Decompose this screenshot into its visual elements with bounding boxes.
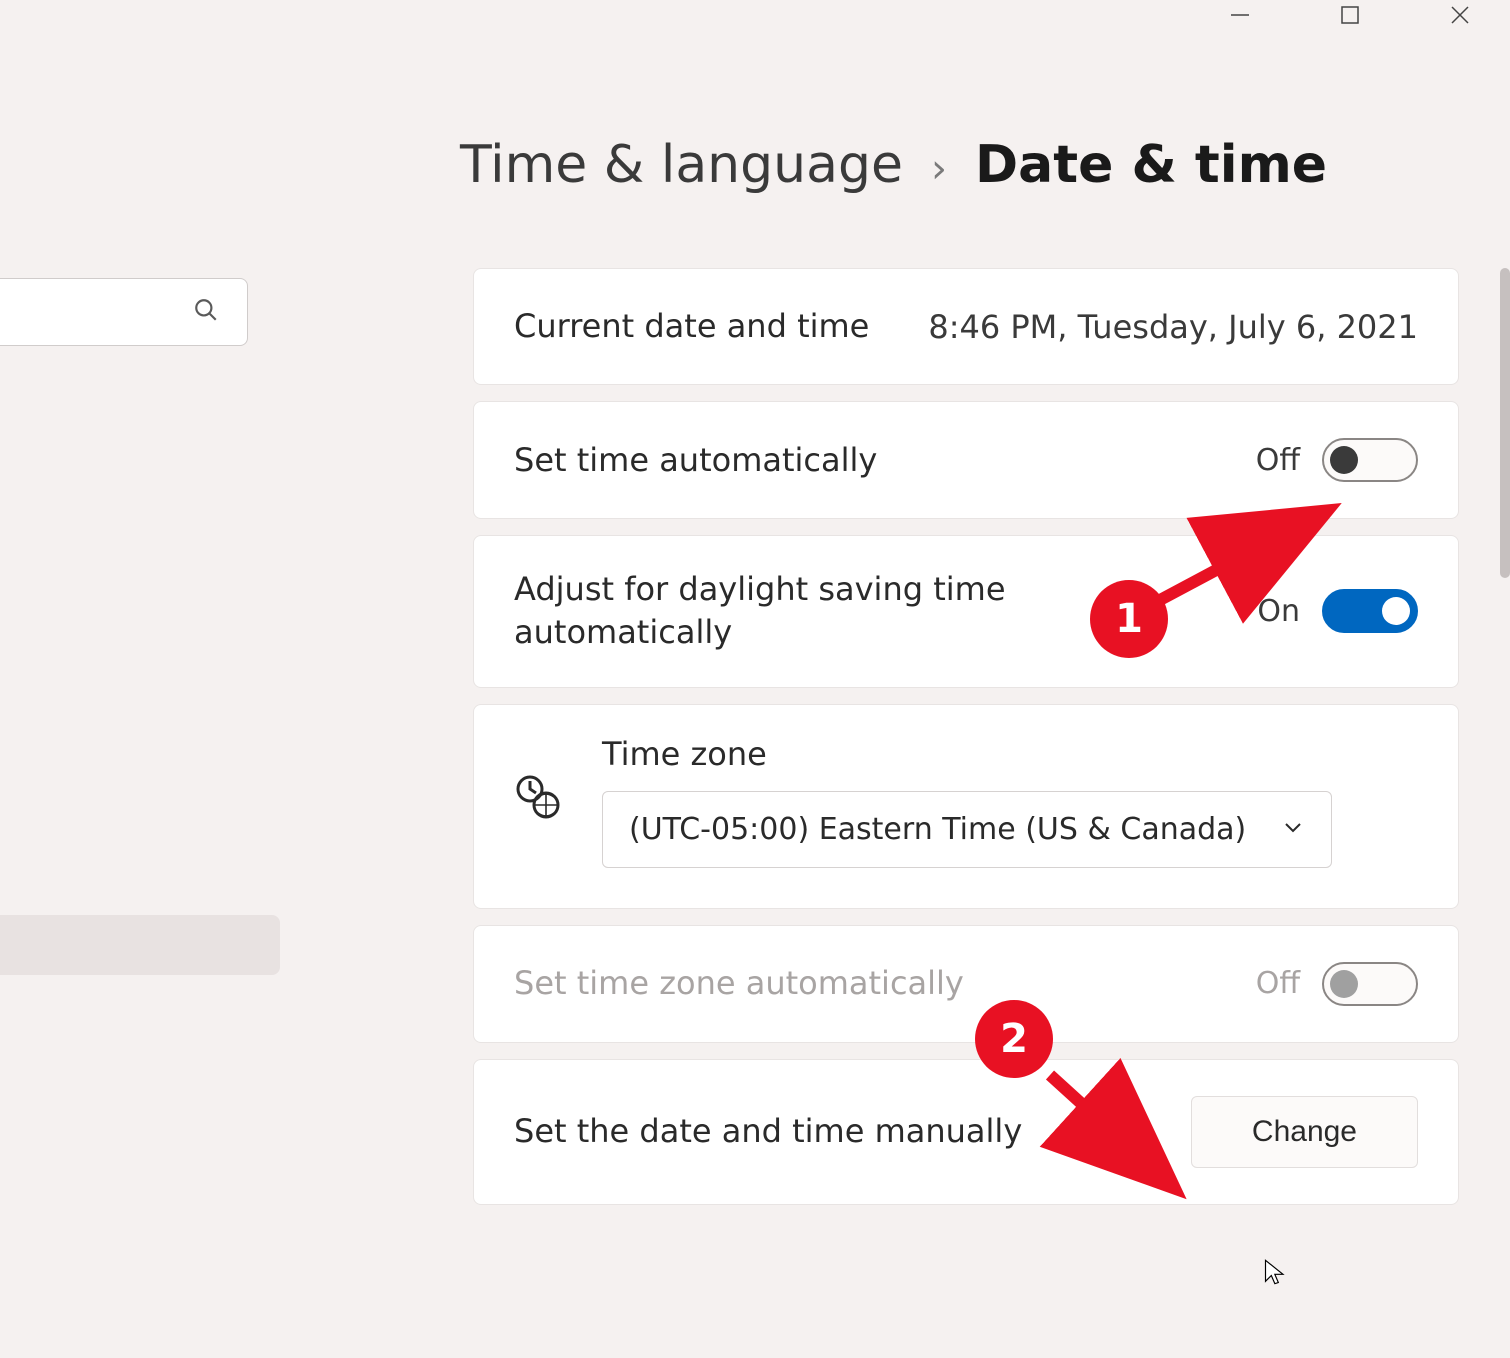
set-manual-label: Set the date and time manually (514, 1110, 1191, 1153)
dst-auto-card: Adjust for daylight saving time automati… (473, 535, 1459, 687)
set-manual-card: Set the date and time manually Change (473, 1059, 1459, 1205)
set-time-auto-state: Off (1256, 443, 1300, 478)
scrollbar[interactable] (1500, 268, 1510, 578)
current-datetime-value: 8:46 PM, Tuesday, July 6, 2021 (928, 308, 1418, 346)
annotation-badge-1: 1 (1090, 580, 1168, 658)
set-tz-auto-state: Off (1256, 966, 1300, 1001)
current-datetime-label: Current date and time (514, 305, 928, 348)
close-button[interactable] (1440, 0, 1480, 30)
set-tz-auto-toggle (1322, 962, 1418, 1006)
annotation-badge-2: 2 (975, 1000, 1053, 1078)
set-time-auto-toggle[interactable] (1322, 438, 1418, 482)
chevron-right-icon: › (931, 146, 947, 192)
timezone-icon (514, 773, 562, 829)
dst-auto-label: Adjust for daylight saving time automati… (514, 568, 1034, 654)
chevron-down-icon (1281, 812, 1305, 847)
timezone-select[interactable]: (UTC-05:00) Eastern Time (US & Canada) (602, 791, 1332, 868)
set-tz-auto-label: Set time zone automatically (514, 962, 1256, 1005)
timezone-value: (UTC-05:00) Eastern Time (US & Canada) (629, 812, 1246, 847)
dst-auto-state: On (1257, 594, 1300, 629)
set-tz-auto-card: Set time zone automatically Off (473, 925, 1459, 1043)
breadcrumb: Time & language › Date & time (460, 135, 1327, 195)
timezone-card: Time zone (UTC-05:00) Eastern Time (US &… (473, 704, 1459, 909)
search-input[interactable] (0, 278, 248, 346)
breadcrumb-parent[interactable]: Time & language (460, 135, 903, 195)
dst-auto-toggle[interactable] (1322, 589, 1418, 633)
set-time-auto-label: Set time automatically (514, 439, 1256, 482)
breadcrumb-current: Date & time (975, 135, 1327, 195)
cursor-icon (1262, 1258, 1290, 1290)
window-controls (1190, 0, 1510, 30)
minimize-button[interactable] (1220, 0, 1260, 30)
current-datetime-card: Current date and time 8:46 PM, Tuesday, … (473, 268, 1459, 385)
maximize-button[interactable] (1330, 0, 1370, 30)
sidebar-selected-item[interactable] (0, 915, 280, 975)
change-button[interactable]: Change (1191, 1096, 1418, 1168)
set-time-auto-card: Set time automatically Off (473, 401, 1459, 519)
search-icon (193, 297, 219, 327)
settings-main: Current date and time 8:46 PM, Tuesday, … (473, 268, 1459, 1205)
timezone-label: Time zone (602, 735, 1418, 773)
